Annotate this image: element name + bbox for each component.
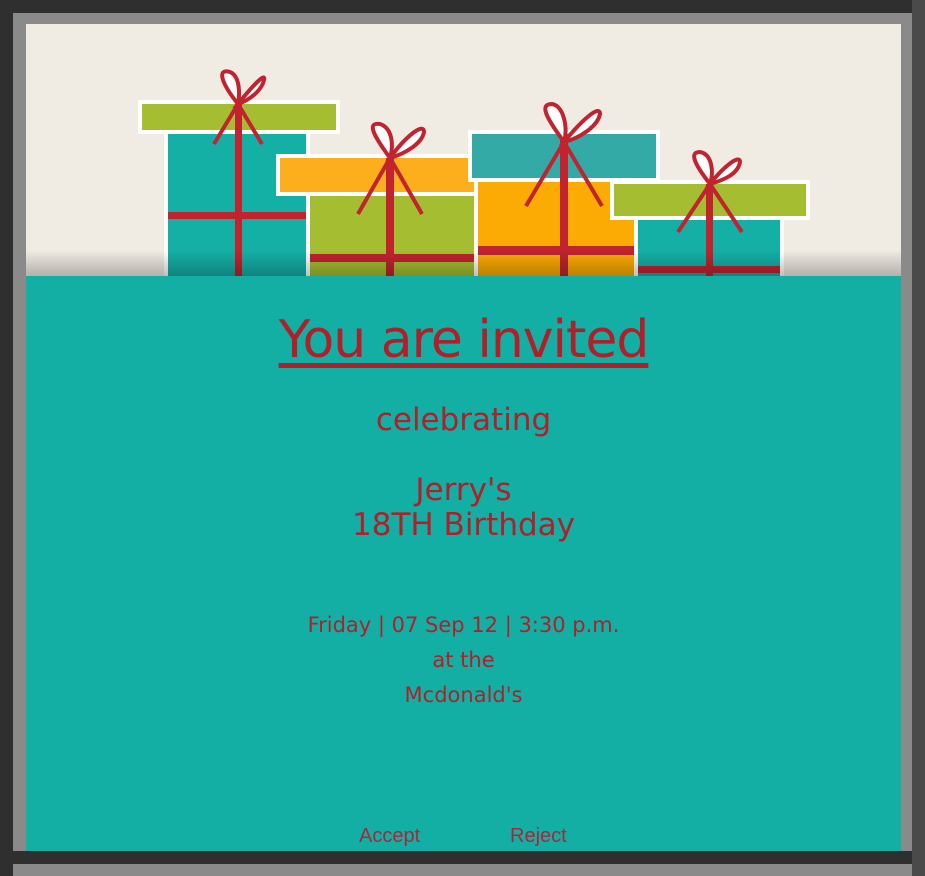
window-border-left	[13, 13, 26, 876]
gift-boxes-banner	[26, 24, 901, 276]
accept-link[interactable]: Accept	[359, 825, 420, 848]
event-name: 18TH Birthday	[352, 507, 575, 543]
window-border-top	[13, 13, 901, 24]
window-border-bottom	[13, 864, 912, 876]
window-border-right	[901, 13, 912, 876]
occasion-intro: celebrating	[375, 402, 552, 438]
window-frame-left	[0, 0, 13, 876]
window-frame-bottom	[13, 851, 912, 864]
invitation-heading: You are invited	[278, 310, 650, 370]
gift-boxes-illustration	[26, 69, 901, 276]
invitation-content: You are invited celebrating Jerry's 18TH…	[26, 276, 901, 851]
window-frame-right	[912, 0, 925, 876]
invitation-card: You are invited celebrating Jerry's 18TH…	[26, 24, 901, 851]
rsvp-actions: Accept Reject	[26, 825, 901, 851]
reject-link[interactable]: Reject	[510, 825, 567, 848]
window-frame-top	[0, 0, 925, 13]
venue-prefix: at the	[432, 648, 495, 672]
event-datetime: Friday | 07 Sep 12 | 3:30 p.m.	[307, 613, 620, 637]
honoree-name: Jerry's	[415, 472, 512, 508]
venue-name: Mcdonald's	[404, 683, 523, 707]
